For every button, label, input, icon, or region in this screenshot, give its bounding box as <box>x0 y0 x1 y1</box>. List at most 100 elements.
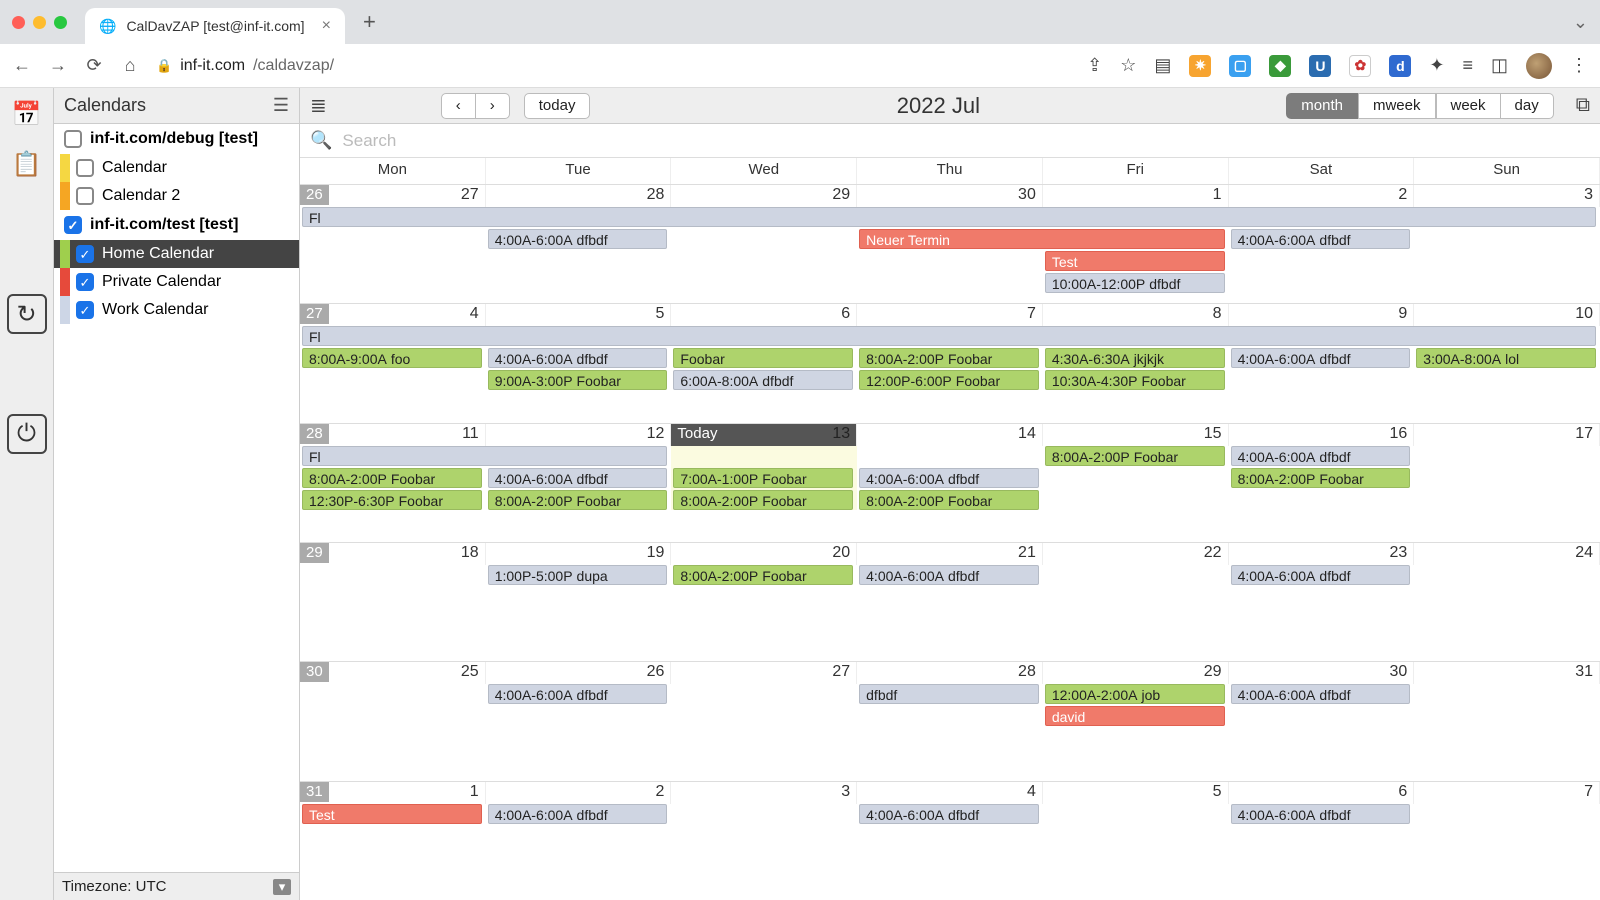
bookmark-icon[interactable]: ☆ <box>1120 55 1136 76</box>
day-cell[interactable]: 2 <box>486 782 672 804</box>
calendar-event[interactable]: Fl <box>302 446 667 466</box>
calendar-event[interactable]: 6:00A-8:00Adfbdf <box>673 370 853 390</box>
extensions-menu-icon[interactable]: ✦ <box>1429 55 1444 76</box>
sidebar-menu-icon[interactable]: ☰ <box>273 95 289 116</box>
day-cell[interactable]: 28 <box>486 185 672 207</box>
calendar-event[interactable]: 4:00A-6:00Adfbdf <box>488 684 668 704</box>
day-cell[interactable]: 22 <box>1043 543 1229 565</box>
calendar-event[interactable]: 8:00A-2:00PFoobar <box>859 348 1039 368</box>
checkbox[interactable] <box>76 159 94 177</box>
day-cell[interactable]: 8 <box>1043 304 1229 326</box>
calendar-event[interactable]: 8:00A-2:00PFoobar <box>673 565 853 585</box>
extension-icon[interactable]: ✿ <box>1349 55 1371 77</box>
day-cell[interactable]: 7 <box>857 304 1043 326</box>
calendar-item[interactable]: ✓Private Calendar <box>54 268 299 296</box>
calendar-event[interactable]: 4:00A-6:00Adfbdf <box>488 468 668 488</box>
day-cell[interactable]: 1128 <box>300 424 486 446</box>
back-icon[interactable]: ← <box>12 55 32 76</box>
day-cell[interactable]: 20 <box>671 543 857 565</box>
calendar-event[interactable]: 8:00A-2:00PFoobar <box>302 468 482 488</box>
day-cell[interactable]: 23 <box>1229 543 1415 565</box>
day-cell[interactable]: 3 <box>671 782 857 804</box>
window-minimize-button[interactable] <box>33 16 46 29</box>
rail-refresh-icon[interactable]: ↻ <box>7 294 47 334</box>
day-cell[interactable]: 27 <box>671 662 857 684</box>
calendar-event[interactable]: Fl <box>302 207 1596 227</box>
calendar-event[interactable]: 8:00A-2:00PFoobar <box>1231 468 1411 488</box>
calendar-group-header[interactable]: ✓inf-it.com/test [test] <box>54 210 299 240</box>
share-icon[interactable]: ⇪ <box>1087 55 1102 76</box>
prev-button[interactable]: ‹ <box>441 93 476 119</box>
close-tab-icon[interactable]: × <box>322 17 331 35</box>
day-cell[interactable]: 2726 <box>300 185 486 207</box>
playlist-icon[interactable]: ≡ <box>1462 55 1473 76</box>
calendar-event[interactable]: 4:00A-6:00Adfbdf <box>859 468 1039 488</box>
day-cell[interactable]: 4 <box>857 782 1043 804</box>
view-button-day[interactable]: day <box>1501 93 1554 119</box>
today-button[interactable]: today <box>524 93 591 119</box>
calendar-event[interactable]: 4:30A-6:30Ajkjkjk <box>1045 348 1225 368</box>
day-cell[interactable]: 26 <box>486 662 672 684</box>
day-cell[interactable]: 6 <box>671 304 857 326</box>
calendar-event[interactable]: 4:00A-6:00Adfbdf <box>488 229 668 249</box>
day-cell[interactable]: 7 <box>1414 782 1600 804</box>
day-cell[interactable]: 1829 <box>300 543 486 565</box>
calendar-event[interactable]: 4:00A-6:00Adfbdf <box>1231 446 1411 466</box>
profile-avatar[interactable] <box>1526 53 1552 79</box>
rail-power-icon[interactable]: ⏻ <box>7 414 47 454</box>
day-cell[interactable]: 12 <box>486 424 672 446</box>
timezone-selector[interactable]: Timezone: UTC ▾ <box>54 872 299 900</box>
calendar-event[interactable]: 8:00A-9:00Afoo <box>302 348 482 368</box>
calendar-event[interactable]: 9:00A-3:00PFoobar <box>488 370 668 390</box>
calendar-event[interactable]: 4:00A-6:00Adfbdf <box>1231 684 1411 704</box>
reload-icon[interactable]: ⟳ <box>84 55 104 76</box>
checkbox[interactable]: ✓ <box>64 216 82 234</box>
day-cell[interactable]: 2 <box>1229 185 1415 207</box>
window-close-button[interactable] <box>12 16 25 29</box>
rail-calendar-icon[interactable]: 📅 <box>7 94 47 134</box>
view-button-week[interactable]: week <box>1436 93 1501 119</box>
kebab-menu-icon[interactable]: ⋮ <box>1570 55 1588 76</box>
calendar-event[interactable]: 8:00A-2:00PFoobar <box>488 490 668 510</box>
day-cell[interactable]: 2530 <box>300 662 486 684</box>
day-cell[interactable]: 131 <box>300 782 486 804</box>
sidepanel-icon[interactable]: ◫ <box>1491 55 1508 76</box>
calendar-event[interactable]: 1:00P-5:00Pdupa <box>488 565 668 585</box>
day-cell[interactable]: 29 <box>1043 662 1229 684</box>
calendar-event[interactable]: 10:00A-12:00Pdfbdf <box>1045 273 1225 293</box>
checkbox[interactable]: ✓ <box>76 301 94 319</box>
forward-icon[interactable]: → <box>48 55 68 76</box>
next-button[interactable]: › <box>476 93 510 119</box>
calendar-event[interactable]: 10:30A-4:30PFoobar <box>1045 370 1225 390</box>
calendar-event[interactable]: 4:00A-6:00Adfbdf <box>1231 804 1411 824</box>
calendar-item[interactable]: ✓Work Calendar <box>54 296 299 324</box>
calendar-event[interactable]: 3:00A-8:00Alol <box>1416 348 1596 368</box>
calendar-event[interactable]: 4:00A-6:00Adfbdf <box>488 804 668 824</box>
calendar-event[interactable]: Neuer Termin <box>859 229 1224 249</box>
extension-icon[interactable]: ▢ <box>1229 55 1251 77</box>
search-input[interactable] <box>342 131 1590 151</box>
calendar-event[interactable]: Test <box>1045 251 1225 271</box>
extension-icon[interactable]: U <box>1309 55 1331 77</box>
calendar-event[interactable]: 12:00A-2:00Ajob <box>1045 684 1225 704</box>
day-cell[interactable]: 28 <box>857 662 1043 684</box>
calendar-item[interactable]: Calendar 2 <box>54 182 299 210</box>
day-cell[interactable]: 5 <box>1043 782 1229 804</box>
day-cell[interactable]: 5 <box>486 304 672 326</box>
checkbox[interactable] <box>76 187 94 205</box>
calendar-event[interactable]: Foobar <box>673 348 853 368</box>
calendar-event[interactable]: 12:30P-6:30PFoobar <box>302 490 482 510</box>
day-cell[interactable]: 15 <box>1043 424 1229 446</box>
calendar-event[interactable]: 8:00A-2:00PFoobar <box>673 490 853 510</box>
calendar-event[interactable]: 4:00A-6:00Adfbdf <box>1231 348 1411 368</box>
checkbox[interactable] <box>64 130 82 148</box>
day-cell[interactable]: 1 <box>1043 185 1229 207</box>
new-tab-button[interactable]: + <box>355 9 384 35</box>
calendar-event[interactable]: 4:00A-6:00Adfbdf <box>1231 229 1411 249</box>
reader-icon[interactable]: ▤ <box>1154 55 1171 76</box>
view-button-month[interactable]: month <box>1286 93 1358 119</box>
list-view-icon[interactable]: ≣ <box>310 93 327 118</box>
day-cell[interactable]: 16 <box>1229 424 1415 446</box>
calendar-event[interactable]: Fl <box>302 326 1596 346</box>
search-icon[interactable]: 🔍 <box>310 130 332 151</box>
